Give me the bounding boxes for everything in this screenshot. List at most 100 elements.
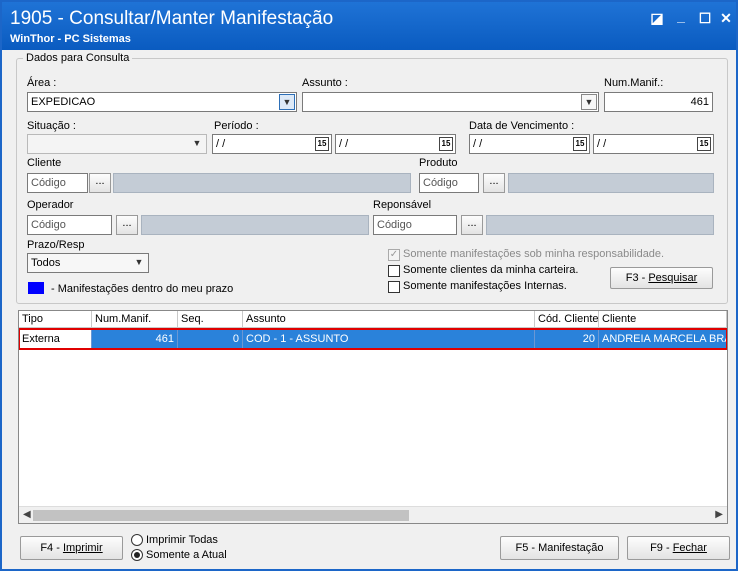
- cell-assunto[interactable]: COD - 1 - ASSUNTO: [243, 330, 535, 348]
- calendar-icon[interactable]: 15: [573, 137, 587, 151]
- vencimento-label: Data de Vencimento :: [469, 120, 575, 132]
- fechar-label: Fechar: [672, 542, 707, 554]
- minimize-button[interactable]: _: [671, 6, 691, 26]
- situacao-label: Situação :: [27, 120, 76, 132]
- num-manif-input[interactable]: 461: [604, 92, 713, 112]
- chevron-down-icon[interactable]: ▼: [189, 136, 205, 152]
- responsabilidade-label: Somente manifestações sob minha responsa…: [403, 248, 665, 260]
- scrollbar-thumb[interactable]: [33, 510, 409, 521]
- horizontal-scrollbar[interactable]: ◀ ▶: [19, 506, 727, 523]
- responsavel-nome-field: [486, 215, 714, 235]
- periodo-inicio-input[interactable]: / / 15: [212, 134, 332, 154]
- cliente-search-button[interactable]: ...: [89, 173, 111, 193]
- operador-search-button[interactable]: ...: [116, 215, 138, 235]
- assunto-label: Assunto :: [302, 77, 348, 89]
- area-label: Área :: [27, 77, 57, 89]
- somente-atual-radio[interactable]: [131, 549, 143, 561]
- calendar-icon[interactable]: 15: [439, 137, 453, 151]
- prazo-legend-color: [28, 282, 44, 294]
- responsabilidade-checkbox[interactable]: ✓: [388, 249, 400, 261]
- calendar-icon[interactable]: 15: [315, 137, 329, 151]
- fechar-key: F9 -: [650, 542, 673, 554]
- pesquisar-label: Pesquisar: [648, 272, 698, 284]
- main-window: 1905 - Consultar/Manter Manifestação Win…: [0, 0, 738, 571]
- restore-icon[interactable]: ◪: [647, 8, 667, 28]
- imprimir-key: F4 -: [40, 542, 63, 554]
- column-header-seq[interactable]: Seq.: [178, 311, 243, 328]
- close-button[interactable]: ✕: [716, 8, 736, 28]
- cliente-codigo-input[interactable]: Código: [27, 173, 88, 193]
- cell-tipo[interactable]: Externa: [19, 330, 92, 348]
- produto-label: Produto: [419, 157, 458, 169]
- scroll-left-icon[interactable]: ◀: [23, 509, 31, 520]
- column-header-cliente[interactable]: Cliente: [599, 311, 727, 328]
- area-value: EXPEDICAO: [31, 96, 96, 108]
- imprimir-todas-label: Imprimir Todas: [146, 534, 218, 546]
- column-header-num-manif[interactable]: Num.Manif.: [92, 311, 178, 328]
- manifestacao-button[interactable]: F5 - Manifestação: [500, 536, 619, 560]
- title-bar: 1905 - Consultar/Manter Manifestação Win…: [2, 2, 736, 50]
- window-subtitle: WinThor - PC Sistemas: [10, 33, 131, 45]
- operador-codigo-input[interactable]: Código: [27, 215, 112, 235]
- produto-search-button[interactable]: ...: [483, 173, 505, 193]
- client-area: Dados para Consulta Área : EXPEDICAO ▼ A…: [2, 50, 736, 569]
- cell-num-manif[interactable]: 461: [92, 330, 178, 348]
- operador-codigo-placeholder: Código: [31, 219, 66, 231]
- window-title: 1905 - Consultar/Manter Manifestação: [10, 8, 334, 29]
- imprimir-label: Imprimir: [62, 542, 103, 554]
- chevron-down-icon[interactable]: ▼: [131, 255, 147, 271]
- chevron-down-icon[interactable]: ▼: [279, 94, 295, 110]
- internas-checkbox[interactable]: [388, 281, 400, 293]
- periodo-fim-value: / /: [339, 138, 349, 150]
- periodo-label: Período :: [214, 120, 259, 132]
- imprimir-button[interactable]: F4 - Imprimir: [20, 536, 123, 560]
- pesquisar-button[interactable]: F3 - Pesquisar: [610, 267, 713, 289]
- prazo-value: Todos: [31, 257, 61, 269]
- carteira-checkbox[interactable]: [388, 265, 400, 277]
- situacao-select[interactable]: ▼: [27, 134, 207, 154]
- pesquisar-key: F3 -: [625, 272, 649, 284]
- carteira-label: Somente clientes da minha carteira.: [403, 264, 579, 276]
- scroll-right-icon[interactable]: ▶: [715, 509, 723, 520]
- responsavel-search-button[interactable]: ...: [461, 215, 483, 235]
- prazo-select[interactable]: Todos ▼: [27, 253, 149, 273]
- prazo-legend-label: - Manifestações dentro do meu prazo: [51, 283, 234, 295]
- operador-nome-field: [141, 215, 369, 235]
- fechar-button[interactable]: F9 - Fechar: [627, 536, 730, 560]
- periodo-fim-input[interactable]: / / 15: [335, 134, 456, 154]
- column-header-tipo[interactable]: Tipo: [19, 311, 92, 328]
- somente-atual-label: Somente a Atual: [146, 549, 227, 561]
- imprimir-todas-radio[interactable]: [131, 534, 143, 546]
- manifestacoes-grid[interactable]: Tipo Num.Manif. Seq. Assunto Cód. Client…: [18, 310, 728, 524]
- num-manif-label: Num.Manif.:: [604, 77, 664, 89]
- periodo-inicio-value: / /: [216, 138, 226, 150]
- vencimento-inicio-value: / /: [473, 138, 483, 150]
- area-select[interactable]: EXPEDICAO ▼: [27, 92, 297, 112]
- vencimento-fim-value: / /: [597, 138, 607, 150]
- table-row[interactable]: Externa 461 0 COD - 1 - ASSUNTO 20 ANDRE…: [19, 330, 727, 348]
- maximize-button[interactable]: ☐: [695, 8, 715, 28]
- prazo-label: Prazo/Resp: [27, 239, 85, 251]
- cliente-nome-field: [113, 173, 411, 193]
- cell-cod-cliente[interactable]: 20: [535, 330, 599, 348]
- responsavel-label: Reponsável: [373, 199, 432, 211]
- internas-label: Somente manifestações Internas.: [403, 280, 567, 292]
- cell-cliente[interactable]: ANDREIA MARCELA BRAG: [599, 330, 727, 348]
- cliente-label: Cliente: [27, 157, 62, 169]
- column-header-assunto[interactable]: Assunto: [243, 311, 535, 328]
- consulta-legend: Dados para Consulta: [23, 52, 133, 64]
- assunto-select[interactable]: ▼: [302, 92, 599, 112]
- produto-codigo-input[interactable]: Código: [419, 173, 479, 193]
- operador-label: Operador: [27, 199, 74, 211]
- produto-nome-field: [508, 173, 714, 193]
- responsavel-codigo-placeholder: Código: [377, 219, 412, 231]
- produto-codigo-placeholder: Código: [423, 177, 458, 189]
- chevron-down-icon[interactable]: ▼: [581, 94, 597, 110]
- cell-seq[interactable]: 0: [178, 330, 243, 348]
- calendar-icon[interactable]: 15: [697, 137, 711, 151]
- column-header-cod-cliente[interactable]: Cód. Cliente: [535, 311, 599, 328]
- vencimento-fim-input[interactable]: / / 15: [593, 134, 714, 154]
- cliente-codigo-placeholder: Código: [31, 177, 66, 189]
- vencimento-inicio-input[interactable]: / / 15: [469, 134, 590, 154]
- responsavel-codigo-input[interactable]: Código: [373, 215, 457, 235]
